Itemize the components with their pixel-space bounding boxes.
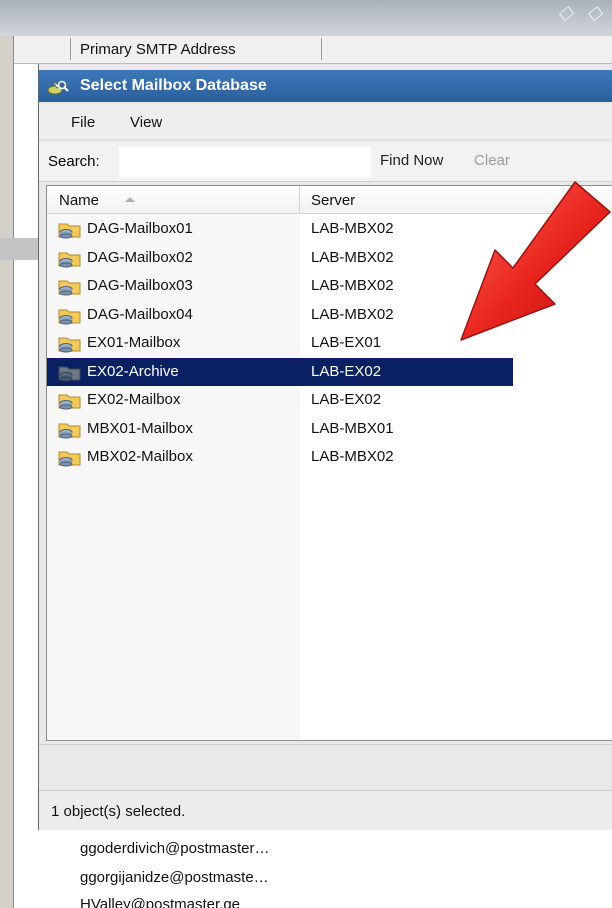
row-name: EX02-Mailbox (87, 391, 181, 408)
dialog-titlebar[interactable]: Select Mailbox Database (39, 70, 612, 102)
row-name: EX02-Archive (87, 362, 179, 380)
row-server: LAB-MBX02 (311, 448, 394, 465)
list-item[interactable]: ggoderdivich@postmaster… (80, 840, 269, 857)
table-row-selected[interactable]: EX02-Archive LAB-EX02 (47, 357, 513, 386)
search-input[interactable] (119, 147, 371, 177)
table-row[interactable]: EX01-Mailbox LAB-EX01 (47, 329, 513, 358)
search-label: Search: (48, 153, 100, 170)
database-icon (58, 337, 81, 353)
database-search-icon (47, 80, 69, 95)
console-recipient-list: ggoderdivich@postmaster… ggorgijanidze@p… (14, 830, 612, 908)
row-server: LAB-MBX02 (311, 277, 394, 294)
column-label-server: Server (311, 192, 356, 209)
clear-button[interactable]: Clear (474, 152, 510, 169)
button-area (39, 744, 612, 788)
table-row[interactable]: DAG-Mailbox02 LAB-MBX02 (47, 244, 513, 273)
primary-smtp-address-header[interactable]: Primary SMTP Address (80, 41, 236, 58)
console-left-pane (0, 36, 14, 908)
row-name: MBX02-Mailbox (87, 448, 193, 465)
database-icon (58, 223, 81, 239)
row-name: MBX01-Mailbox (87, 419, 193, 437)
row-server: LAB-MBX02 (311, 248, 394, 266)
database-icon (58, 394, 81, 410)
row-server: LAB-EX01 (311, 334, 382, 351)
table-row[interactable]: MBX02-Mailbox LAB-MBX02 (47, 443, 513, 472)
console-column-header: Primary SMTP Address (14, 36, 612, 64)
select-mailbox-database-dialog: Select Mailbox Database File View Search… (38, 64, 612, 830)
list-item[interactable]: HValley@postmaster.ge (80, 896, 240, 908)
database-icon (58, 252, 81, 267)
sort-ascending-icon (125, 197, 135, 202)
status-bar: 1 object(s) selected. (39, 790, 612, 830)
database-icon (58, 280, 81, 296)
table-row[interactable]: DAG-Mailbox01 LAB-MBX02 (47, 215, 513, 244)
row-server: LAB-MBX02 (311, 305, 394, 323)
row-server: LAB-MBX02 (311, 220, 394, 237)
search-bar: Search: Find Now Clear (39, 142, 612, 182)
dialog-title: Select Mailbox Database (80, 77, 267, 94)
menu-view[interactable]: View (130, 114, 162, 131)
table-row[interactable]: EX02-Mailbox LAB-EX02 (47, 386, 513, 415)
row-server: LAB-MBX01 (311, 419, 394, 437)
find-now-button[interactable]: Find Now (380, 152, 443, 169)
table-row[interactable]: DAG-Mailbox03 LAB-MBX02 (47, 272, 513, 301)
database-icon (58, 366, 81, 381)
status-text: 1 object(s) selected. (51, 803, 186, 820)
row-name: DAG-Mailbox04 (87, 305, 193, 323)
row-name: DAG-Mailbox02 (87, 248, 193, 266)
list-item[interactable]: ggorgijanidze@postmaste… (80, 869, 269, 886)
row-server: LAB-EX02 (311, 362, 382, 380)
menu-bar: File View (39, 104, 612, 140)
console-left-selection (0, 238, 40, 260)
column-label-name: Name (59, 192, 100, 209)
row-name: EX01-Mailbox (87, 334, 181, 351)
table-row[interactable]: MBX01-Mailbox LAB-MBX01 (47, 415, 513, 444)
red-annotation-arrow-icon (460, 181, 611, 341)
row-server: LAB-EX02 (311, 391, 382, 408)
brand-watermark-icon: ◇ ◇ (557, 2, 606, 24)
row-name: DAG-Mailbox03 (87, 277, 193, 294)
console-top-band: ◇ ◇ (0, 0, 612, 36)
table-row[interactable]: DAG-Mailbox04 LAB-MBX02 (47, 301, 513, 330)
menu-file[interactable]: File (71, 114, 95, 131)
row-name: DAG-Mailbox01 (87, 220, 193, 237)
database-icon (58, 423, 81, 438)
column-header-name[interactable]: Name (47, 186, 300, 214)
database-icon (58, 309, 81, 324)
database-icon (58, 451, 81, 467)
